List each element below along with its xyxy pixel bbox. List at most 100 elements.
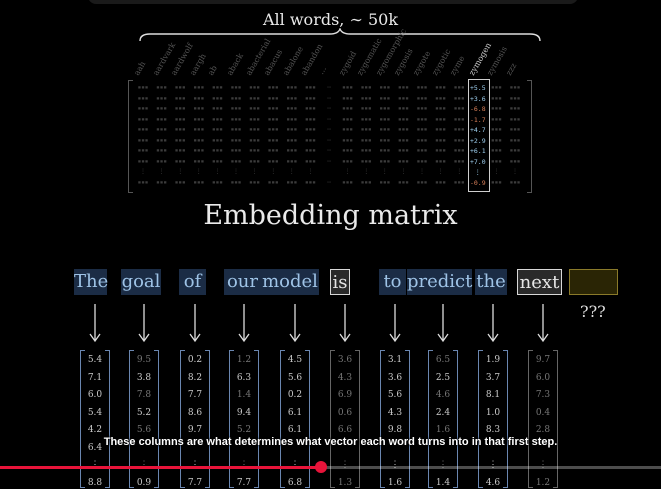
matrix-cell: ▪▪▪ — [193, 157, 205, 165]
matrix-cell: ▪▪▪ — [230, 157, 242, 165]
matrix-cell: ▪▪▪ — [435, 136, 447, 144]
matrix-cell: ⋯ — [327, 126, 331, 133]
matrix-cell: ▪▪▪ — [416, 126, 428, 133]
matrix-cell: ▪▪▪ — [193, 84, 205, 91]
vector-value: 7.3 — [535, 390, 551, 400]
down-arrow-icon — [339, 304, 351, 343]
matrix-cell: ▪▪▪ — [453, 115, 465, 123]
vector-value: 3.7 — [485, 372, 501, 383]
matrix-cell: ▪▪▪ — [453, 126, 465, 133]
matrix-cell: ▪▪▪ — [193, 147, 205, 154]
matrix-cell: ▪▪▪ — [193, 136, 205, 144]
matrix-cell: ▪▪▪ — [249, 178, 261, 186]
vector-value: 5.2 — [136, 407, 152, 418]
vector-value: 0.2 — [287, 390, 303, 400]
matrix-cell: ▪▪▪ — [453, 94, 465, 102]
matrix-cell: ⋮ — [307, 168, 314, 175]
vector-value: 5.4 — [87, 407, 103, 418]
matrix-word-label: zygote — [411, 49, 433, 77]
matrix-cell: ▪▪▪ — [416, 136, 428, 144]
vector-value: 4.3 — [387, 407, 403, 418]
top-handle — [88, 0, 578, 4]
vector-value: 6.1 — [287, 407, 303, 418]
matrix-cell: ▪▪▪ — [137, 84, 149, 91]
vector-value: 1.2 — [236, 355, 252, 365]
matrix-cell: ▪▪▪ — [453, 136, 465, 144]
matrix-cell: ⋮ — [251, 168, 258, 175]
matrix-cell: ▪▪▪ — [360, 157, 372, 165]
matrix-cell: ▪▪▪ — [379, 147, 391, 154]
matrix-cell: ▪▪▪ — [286, 126, 298, 133]
matrix-cell: ▪▪▪ — [490, 157, 502, 165]
matrix-cell: ▪▪▪ — [509, 147, 521, 154]
matrix-cell: ▪▪▪ — [174, 105, 186, 112]
matrix-cell: ⋮ — [381, 168, 388, 175]
matrix-cell: ▪▪▪ — [397, 115, 409, 123]
matrix-cell: ⋮ — [437, 168, 444, 175]
vector-value: 9.7 — [535, 355, 551, 365]
matrix-cell: ▪▪▪ — [360, 178, 372, 186]
matrix-cell: ▪▪▪ — [137, 136, 149, 144]
matrix-cell: ▪▪▪ — [230, 147, 242, 154]
matrix-cell: ▪▪▪ — [286, 136, 298, 144]
matrix-cell: ▪▪▪ — [230, 126, 242, 133]
matrix-cell: ⋮ — [419, 168, 425, 175]
matrix-cell: ▪▪▪ — [397, 105, 409, 112]
vector-value: 9.4 — [236, 407, 252, 418]
vector-value: 8.2 — [187, 372, 203, 383]
matrix-cell: ▪▪▪ — [249, 126, 261, 133]
vector-value: 1.6 — [387, 477, 403, 488]
vector-value: 0.4 — [535, 407, 551, 418]
matrix-cell: ▪▪▪ — [267, 136, 279, 144]
vector-value: 3.1 — [387, 355, 403, 365]
matrix-cell: ▪▪▪ — [360, 105, 372, 112]
matrix-cell: ▪▪▪ — [137, 105, 149, 112]
vector-value: 6.9 — [337, 390, 353, 400]
matrix-cell: ▪▪▪ — [490, 94, 502, 102]
matrix-cell: ▪▪▪ — [490, 178, 502, 186]
vector-value: 1.2 — [535, 477, 551, 488]
vector-value: 4.5 — [287, 355, 303, 365]
matrix-cell: ⋮ — [512, 168, 518, 175]
matrix-cell: ▪▪▪ — [267, 157, 279, 165]
down-arrow-icon — [289, 304, 301, 343]
vector-value: 7.7 — [187, 390, 203, 400]
matrix-cell: ▪▪▪ — [304, 147, 316, 154]
matrix-cell: ⋮ — [214, 168, 221, 175]
matrix-cell: ▪▪▪ — [490, 136, 502, 144]
vector-value: 2.5 — [435, 372, 451, 383]
matrix-cell: ▪▪▪ — [174, 136, 186, 144]
vector-value: 1.9 — [485, 355, 501, 365]
matrix-bracket-right — [526, 80, 532, 193]
matrix-cell: ▪▪▪ — [342, 157, 354, 165]
matrix-cell: ▪▪▪ — [249, 147, 261, 154]
vector-value: 4.6 — [485, 477, 501, 488]
matrix-cell: ▪▪▪ — [286, 157, 298, 165]
matrix-cell: ▪▪▪ — [490, 105, 502, 112]
matrix-cell: ▪▪▪ — [137, 178, 149, 186]
matrix-cell: ▪▪▪ — [230, 94, 242, 102]
matrix-cell: ▪▪▪ — [360, 126, 372, 133]
matrix-cell: ▪▪▪ — [211, 136, 223, 144]
matrix-cell: ▪▪▪ — [249, 157, 261, 165]
token-8: the — [475, 269, 507, 295]
matrix-cell: ▪▪▪ — [453, 178, 465, 186]
progress-scrubber-handle[interactable] — [314, 461, 327, 473]
matrix-cell: ▪▪▪ — [416, 94, 428, 102]
vector-value: 2.4 — [435, 407, 451, 418]
matrix-cell: ⋮ — [456, 168, 463, 175]
vector-value: 1.4 — [435, 477, 451, 488]
matrix-cell: ▪▪▪ — [397, 136, 409, 144]
matrix-cell: ▪▪▪ — [174, 178, 186, 186]
token-0: The — [74, 269, 108, 295]
matrix-cell: ▪▪▪ — [230, 105, 242, 112]
matrix-word-label: zygoid — [336, 49, 358, 77]
vector-value: 8.1 — [485, 390, 501, 400]
token-2: of — [179, 269, 206, 295]
matrix-cell: ⋮ — [158, 168, 165, 175]
down-arrow-icon — [487, 304, 499, 343]
brace-icon — [139, 28, 541, 42]
vector-value: 5.6 — [387, 390, 403, 400]
token-3: our — [224, 269, 261, 295]
matrix-cell: ⋯ — [327, 94, 331, 102]
